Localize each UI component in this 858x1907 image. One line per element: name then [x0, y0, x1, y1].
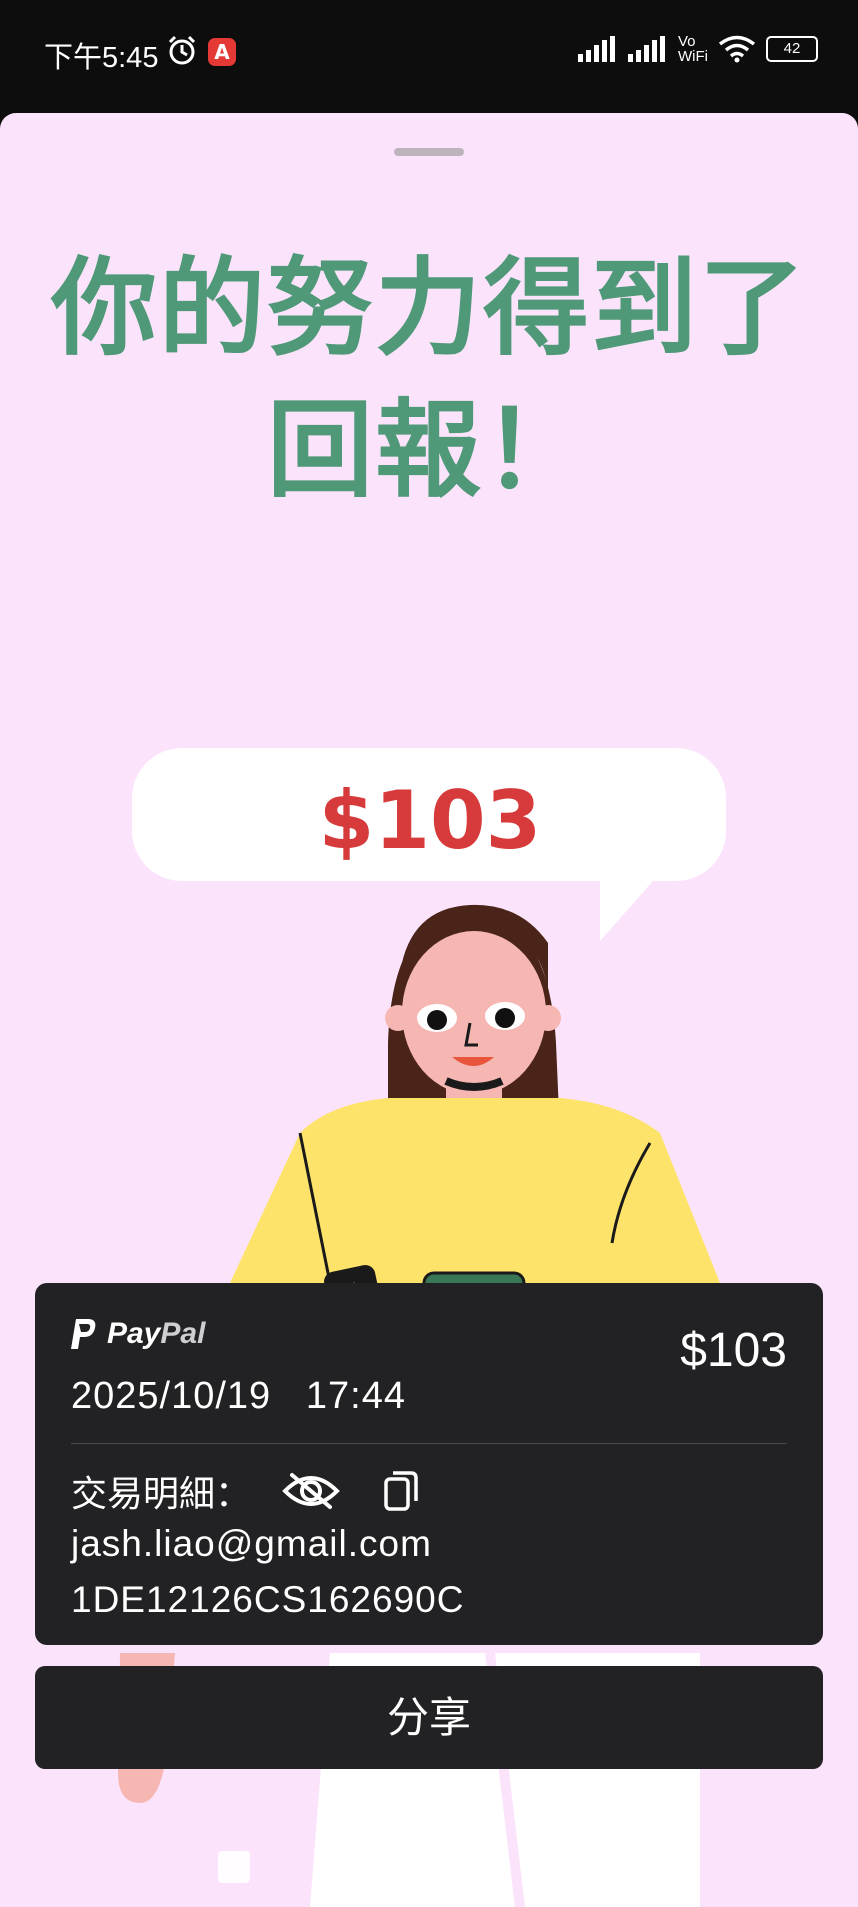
signal-icon-2: [628, 36, 665, 62]
nav-home-icon: [408, 1846, 450, 1888]
nav-recents-icon: [218, 1851, 250, 1883]
vowifi-icon: Vo WiFi: [678, 34, 708, 64]
wifi-icon: [718, 35, 756, 63]
paypal-wordmark-pal: Pal: [160, 1317, 206, 1350]
paypal-icon: [71, 1319, 96, 1349]
nav-back-icon: [608, 1849, 640, 1887]
copy-icon[interactable]: [371, 1461, 431, 1521]
transaction-time: 17:44: [305, 1375, 406, 1417]
alarm-icon: [166, 34, 198, 70]
status-time: 下午5:45: [44, 42, 159, 74]
paypal-wordmark-pay: Pay: [107, 1317, 161, 1350]
status-bar: 下午5:45 A Vo WiFi 42: [0, 0, 858, 112]
transaction-date: 2025/10/19: [71, 1375, 272, 1417]
paypal-wordmark: PayPal: [107, 1317, 205, 1351]
bubble-amount: $103: [319, 774, 542, 867]
paypal-logo: PayPal: [69, 1317, 205, 1351]
share-button[interactable]: 分享: [35, 1666, 823, 1769]
navigation-bar: [218, 1846, 640, 1888]
app-notification-icon: A: [208, 38, 236, 66]
card-divider: [71, 1443, 787, 1444]
transaction-card: PayPal $103 2025/10/19 17:44 交易明細： jash.…: [35, 1283, 823, 1645]
battery-level: 42: [783, 40, 801, 57]
transaction-id: 1DE12126CS162690C: [71, 1579, 465, 1620]
signal-icon: [578, 36, 615, 62]
reward-sheet: 你的努力得到了回報！ $103 A: [0, 113, 858, 1907]
details-row: 交易明細：: [71, 1461, 431, 1521]
hide-details-icon[interactable]: [281, 1461, 341, 1521]
details-label: 交易明細：: [71, 1474, 252, 1515]
vowifi-bottom: WiFi: [678, 48, 708, 65]
shirt: [230, 1098, 720, 1283]
transaction-amount: $103: [680, 1324, 787, 1377]
status-indicators: Vo WiFi 42: [578, 34, 818, 64]
transaction-datetime: 2025/10/19 17:44: [71, 1375, 406, 1418]
vowifi-top: Vo: [678, 33, 696, 50]
battery-icon: 42: [766, 36, 818, 62]
payer-email: jash.liao@gmail.com: [71, 1523, 432, 1564]
